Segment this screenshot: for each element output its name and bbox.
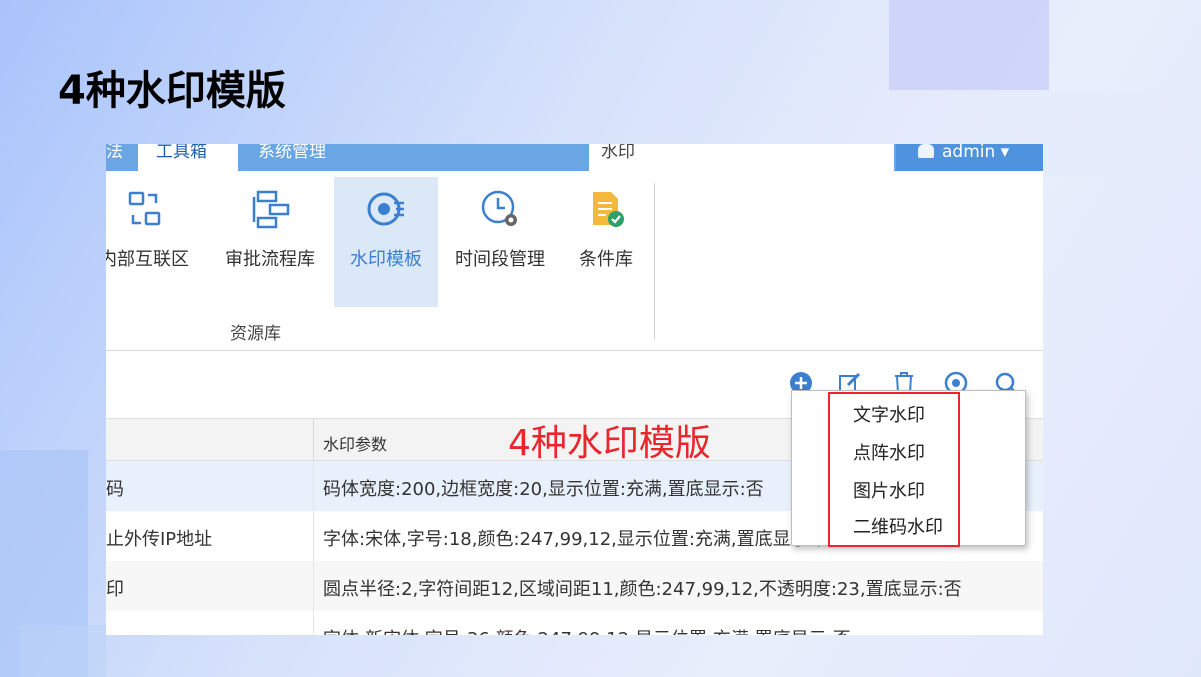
column-header-params[interactable]: 水印参数 (323, 431, 387, 455)
column-divider (313, 561, 314, 611)
workflow-icon (250, 189, 290, 229)
menu-item-dot-watermark[interactable]: 点阵水印 (853, 439, 925, 465)
cell-name: 码 (106, 479, 124, 500)
column-divider (313, 611, 314, 635)
column-divider[interactable] (313, 419, 314, 461)
ribbon-item-intranet[interactable]: 内部互联区 (106, 181, 196, 271)
ribbon-item-workflow[interactable]: 审批流程库 (218, 181, 322, 271)
column-divider (313, 461, 314, 511)
column-divider (313, 511, 314, 561)
cell-params: 字体:新宋体,字号:36,颜色:247,99,12,显示位置:充满,置底显示:否 (323, 625, 1043, 635)
ribbon: 内部互联区 审批流程库 水印模板 时间段管理 条件库 资源库 (106, 171, 1043, 351)
cell-name: 印 (106, 579, 124, 600)
document-check-icon (586, 189, 626, 229)
ribbon-item-watermark[interactable]: 水印模板 (334, 177, 438, 307)
swap-arrows-icon (124, 189, 164, 229)
cell-name: 止外传IP地址 (106, 529, 213, 550)
ribbon-item-label: 内部互联区 (106, 249, 189, 270)
slide-title: 4种水印模版 (58, 68, 286, 114)
ribbon-item-label: 时间段管理 (455, 249, 545, 270)
tab-system-management[interactable]: 系统管理 (258, 144, 326, 171)
ribbon-item-label: 审批流程库 (225, 249, 315, 270)
decor-block (889, 0, 1049, 90)
decor-block (20, 625, 106, 677)
clock-gear-icon (480, 189, 520, 229)
ribbon-item-time-period[interactable]: 时间段管理 (448, 181, 552, 271)
cell-params: 圆点半径:2,字符间距12,区域间距11,颜色:247,99,12,不透明度:2… (323, 579, 962, 600)
ribbon-item-label: 条件库 (579, 249, 633, 270)
user-name: admin ▾ (942, 144, 1010, 162)
user-menu[interactable]: admin ▾ (896, 144, 1043, 171)
watermark-icon (366, 189, 406, 229)
ribbon-item-label: 水印模板 (350, 249, 422, 270)
watermark-type-menu: 文字水印 点阵水印 图片水印 二维码水印 (791, 390, 1026, 546)
user-icon (918, 144, 934, 158)
table-row[interactable]: 字体:新宋体,字号:36,颜色:247,99,12,显示位置:充满,置底显示:否 (106, 611, 1043, 635)
menu-item-qrcode-watermark[interactable]: 二维码水印 (853, 513, 943, 539)
menu-item-text-watermark[interactable]: 文字水印 (853, 401, 925, 427)
annotation-text: 4种水印模版 (508, 423, 711, 464)
tab-toolbox[interactable]: 工具箱 (138, 144, 238, 171)
tab-bar: 法 工具箱 系统管理 水印 admin ▾ (106, 144, 1043, 171)
search-input[interactable]: 水印 (589, 144, 894, 171)
ribbon-group-label: 资源库 (230, 324, 281, 344)
ribbon-item-condition-lib[interactable]: 条件库 (554, 181, 658, 271)
menu-item-image-watermark[interactable]: 图片水印 (853, 477, 925, 503)
tab-partial[interactable]: 法 (106, 144, 123, 171)
table-row[interactable]: 印 圆点半径:2,字符间距12,区域间距11,颜色:247,99,12,不透明度… (106, 561, 1043, 611)
ribbon-separator (654, 183, 655, 339)
